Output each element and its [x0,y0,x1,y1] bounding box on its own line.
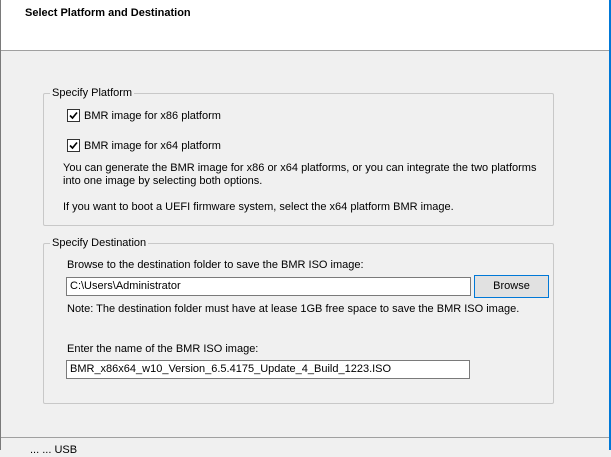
checkmark-icon [69,141,78,150]
iso-name-label: Enter the name of the BMR ISO image: [67,343,259,355]
destination-folder-input[interactable]: C:\Users\Administrator [66,277,471,296]
specify-destination-legend: Specify Destination [50,237,149,250]
platform-info-line1: You can generate the BMR image for x86 o… [63,162,537,174]
x86-platform-label[interactable]: BMR image for x86 platform [84,110,221,123]
specify-platform-legend: Specify Platform [50,87,135,100]
footer-partial-text: ... ... USB [30,444,78,456]
x64-platform-checkbox[interactable] [67,139,80,152]
x64-platform-label[interactable]: BMR image for x64 platform [84,140,221,153]
page-title: Select Platform and Destination [25,7,191,19]
x86-platform-checkbox[interactable] [67,109,80,122]
browse-button[interactable]: Browse [474,275,549,298]
browse-destination-label: Browse to the destination folder to save… [67,259,364,271]
iso-name-input[interactable]: BMR_x86x64_w10_Version_6.5.4175_Update_4… [66,360,470,379]
platform-info-line2: into one image by selecting both options… [63,175,263,187]
uefi-note: If you want to boot a UEFI firmware syst… [63,201,454,213]
footer-divider [1,437,609,438]
wizard-header: Select Platform and Destination [1,0,609,51]
window-left-edge [0,0,1,450]
checkmark-icon [69,111,78,120]
free-space-note: Note: The destination folder must have a… [67,303,520,315]
